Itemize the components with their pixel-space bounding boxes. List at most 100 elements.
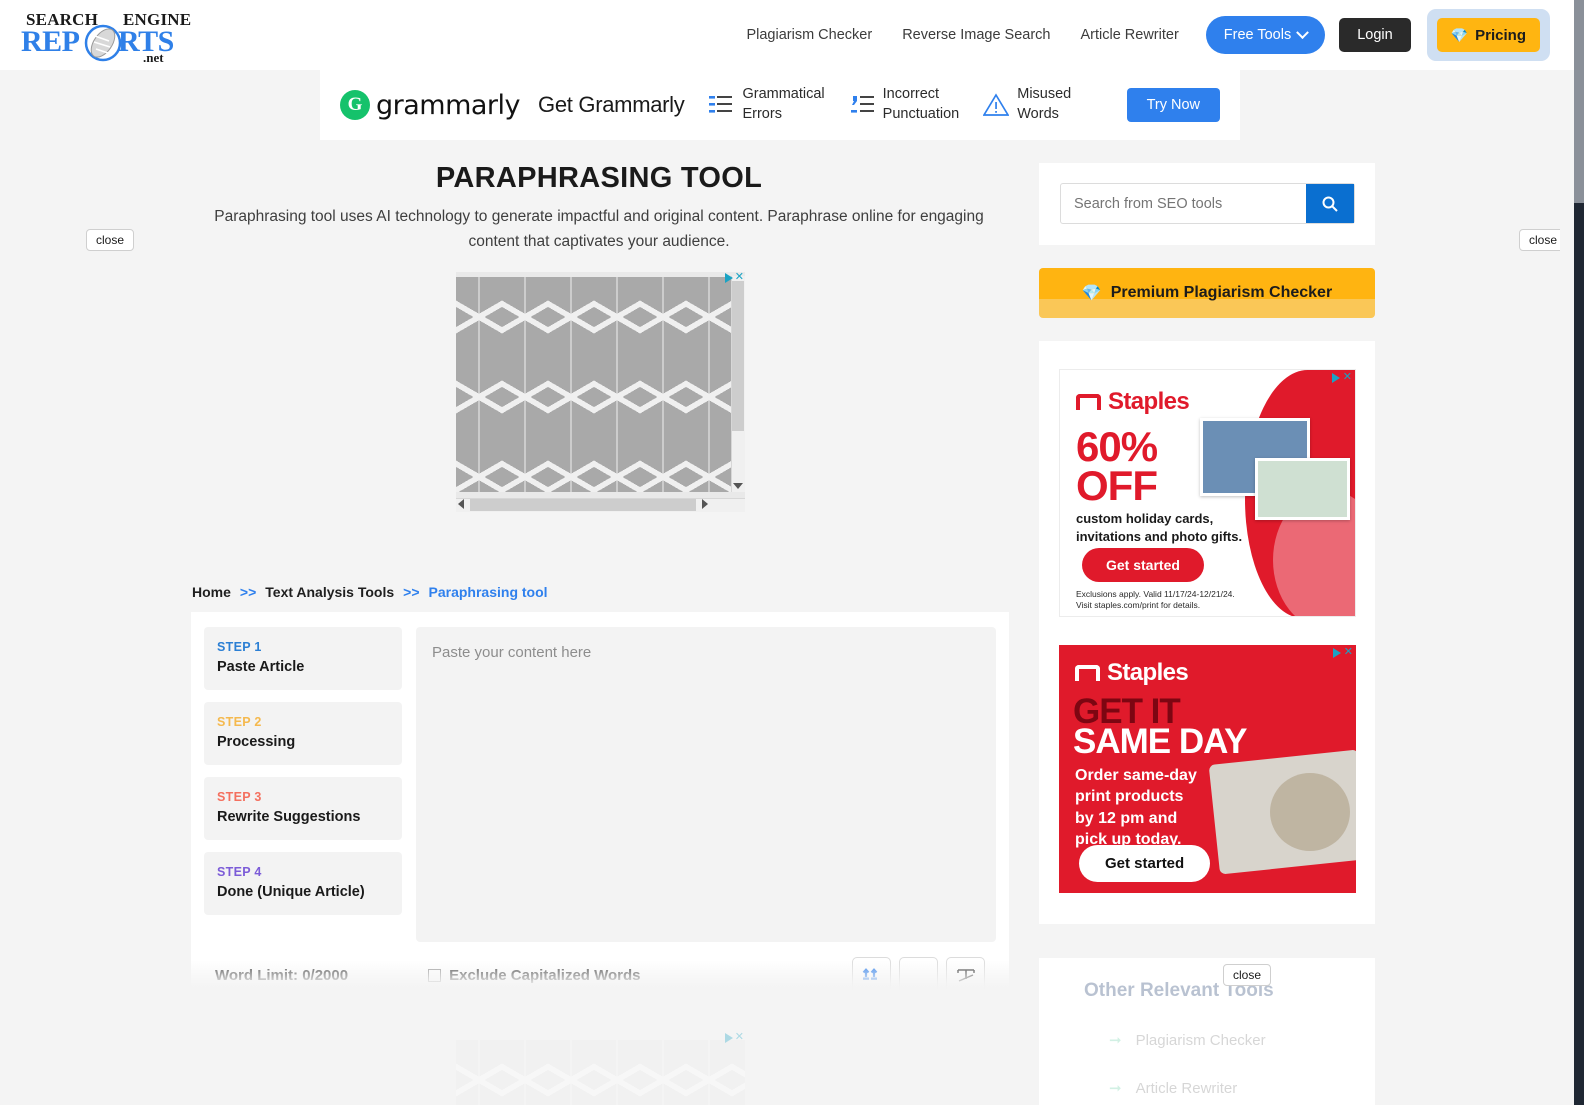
close-icon[interactable]: ✕	[1343, 372, 1352, 383]
exclude-capitalized-words-control[interactable]: Exclude Capitalized Words	[428, 967, 641, 984]
search-input[interactable]	[1061, 184, 1306, 223]
ad-placeholder-pattern	[456, 1040, 745, 1105]
breadcrumb-home[interactable]: Home	[192, 584, 231, 600]
close-bottom-ad-button[interactable]: close	[1223, 964, 1272, 986]
adchoices-badge[interactable]: ✕	[1331, 372, 1352, 383]
feature-line-1: Grammatical	[742, 86, 825, 103]
staples-body-line-1: custom holiday cards,	[1076, 511, 1214, 526]
breadcrumb-separator: >>	[403, 584, 420, 600]
breadcrumb-current-paraphrasing-tool[interactable]: Paraphrasing tool	[429, 584, 548, 600]
exclude-capitalized-checkbox[interactable]	[428, 968, 442, 982]
pricing-focus-ring: 💎 Pricing	[1426, 9, 1550, 61]
grammarly-banner-ad[interactable]: G grammarly Get Grammarly Grammatical Er…	[320, 70, 1240, 140]
window-scrollbar[interactable]	[1560, 0, 1584, 1105]
step-title: Done (Unique Article)	[217, 884, 365, 900]
chevron-right-icon[interactable]	[702, 499, 708, 509]
staples-body-line-2: invitations and photo gifts.	[1076, 528, 1243, 544]
step-key: STEP 4	[217, 865, 262, 879]
grammarly-brand-text: grammarly	[376, 89, 521, 121]
site-header: SEARCH ENGINE REP RTS .net Plagiarism Ch…	[0, 0, 1560, 70]
chevron-down-icon[interactable]	[733, 483, 743, 489]
staples-brand-name: Staples	[1107, 659, 1189, 686]
grammarly-logo-letter: G	[347, 94, 363, 115]
grammarly-feature-text: Grammatical Errors	[742, 85, 824, 124]
page-subtitle: Paraphrasing tool uses AI technology to …	[214, 208, 984, 250]
staples-logo: Staples	[1075, 659, 1189, 687]
staples-holiday-cards-ad[interactable]: Staples 60% OFF custom holiday cards, in…	[1059, 369, 1356, 617]
upload-file-icon	[862, 968, 877, 980]
nav-link-plagiarism-checker[interactable]: Plagiarism Checker	[731, 27, 887, 43]
arrow-right-icon: ➞	[1109, 1032, 1122, 1049]
premium-label: Premium Plagiarism Checker	[1110, 284, 1333, 301]
step-item-3[interactable]: STEP 3 Rewrite Suggestions	[204, 777, 402, 840]
staples-get-started-button[interactable]: Get started	[1082, 548, 1204, 582]
ad-vertical-scrollbar[interactable]	[731, 276, 745, 492]
grammarly-feature-grammatical-errors: Grammatical Errors	[708, 85, 825, 124]
close-icon[interactable]: ✕	[735, 1032, 744, 1043]
grammarly-logo-icon: G	[340, 90, 370, 120]
page-title: PARAPHRASING TOOL	[435, 162, 763, 194]
close-icon[interactable]: ✕	[735, 272, 744, 283]
bottom-ad-iframe[interactable]: ✕	[456, 1032, 745, 1105]
step-item-2[interactable]: STEP 2 Processing	[204, 702, 402, 765]
adchoices-badge[interactable]: ✕	[724, 1032, 744, 1043]
staples-headline-1: 60%	[1076, 423, 1158, 470]
pricing-label: Pricing	[1475, 26, 1526, 44]
content-textarea[interactable]: Paste your content here	[416, 627, 996, 942]
step-item-1[interactable]: STEP 1 Paste Article	[204, 627, 402, 690]
fine-print-line-2: Visit staples.com/print for details.	[1076, 600, 1201, 611]
premium-plagiarism-checker-button[interactable]: 💎 Premium Plagiarism Checker	[1039, 268, 1375, 318]
login-button[interactable]: Login	[1339, 18, 1411, 52]
pricing-button[interactable]: 💎 Pricing	[1436, 18, 1540, 52]
ad-horizontal-scrollbar[interactable]	[456, 498, 745, 512]
search-button[interactable]	[1306, 184, 1354, 223]
paraphrasing-tool-card: STEP 1 Paste Article STEP 2 Processing S…	[191, 612, 1009, 992]
ad-hscroll-thumb[interactable]	[470, 499, 696, 511]
feature-line-1: Misused	[1017, 86, 1072, 103]
staples-body-line-2: print products	[1075, 788, 1184, 806]
adchoices-badge[interactable]: ✕	[724, 272, 744, 283]
staples-same-day-ad[interactable]: Staples GET IT SAME DAY Order same-day p…	[1059, 645, 1356, 893]
text-tool-button[interactable]	[946, 957, 985, 992]
seo-tools-search	[1060, 183, 1355, 224]
page-root: SEARCH ENGINE REP RTS .net Plagiarism Ch…	[0, 0, 1584, 1105]
grammarly-feature-text: Misused Words	[1017, 85, 1071, 124]
steps-list: STEP 1 Paste Article STEP 2 Processing S…	[204, 627, 402, 942]
nav-link-reverse-image-search[interactable]: Reverse Image Search	[887, 27, 1065, 43]
adchoices-badge[interactable]: ✕	[1332, 647, 1353, 658]
free-tools-button[interactable]: Free Tools	[1205, 16, 1326, 54]
step-key: STEP 1	[217, 640, 262, 654]
grammarly-feature-incorrect-punctuation: Incorrect Punctuation	[849, 85, 959, 124]
scrollbar-thumb[interactable]	[1574, 0, 1584, 203]
list-lines-icon	[709, 96, 733, 113]
staples-fine-print: Exclusions apply. Valid 11/17/24-12/21/2…	[1076, 589, 1235, 612]
ad-vscroll-thumb[interactable]	[732, 281, 744, 431]
free-tools-label: Free Tools	[1223, 27, 1292, 43]
feature-line-2: Words	[1017, 106, 1059, 122]
staples-body-line-1: Order same-day	[1075, 767, 1197, 784]
ad-photo-circle-label	[1270, 773, 1350, 851]
step-title: Paste Article	[217, 659, 305, 675]
search-icon	[1322, 196, 1338, 212]
breadcrumb-text-analysis-tools[interactable]: Text Analysis Tools	[265, 584, 394, 600]
staples-logo: Staples	[1076, 388, 1190, 416]
other-tool-label: Plagiarism Checker	[1135, 1031, 1266, 1049]
staples-get-started-button[interactable]: Get started	[1079, 845, 1211, 882]
site-logo[interactable]: SEARCH ENGINE REP RTS .net	[10, 6, 191, 65]
gem-icon: 💎	[1081, 285, 1102, 302]
feature-line-1: Incorrect	[882, 86, 940, 103]
grammarly-try-now-button[interactable]: Try Now	[1126, 88, 1220, 122]
scrollbar-track[interactable]	[1574, 0, 1584, 1105]
upload-file-button[interactable]	[852, 957, 891, 992]
close-icon[interactable]: ✕	[1344, 647, 1353, 658]
nav-link-article-rewriter[interactable]: Article Rewriter	[1065, 27, 1193, 43]
other-tool-article-rewriter[interactable]: ➞ Article Rewriter	[1109, 1079, 1237, 1098]
secondary-tool-button[interactable]	[899, 957, 938, 992]
step-item-4[interactable]: STEP 4 Done (Unique Article)	[204, 852, 402, 915]
logo-text-net: .net	[143, 50, 164, 65]
close-left-ad-button[interactable]: close	[86, 229, 135, 251]
center-ad-iframe[interactable]: ✕	[456, 272, 745, 512]
other-tool-plagiarism-checker[interactable]: ➞ Plagiarism Checker	[1109, 1031, 1266, 1050]
grammarly-feature-misused-words: Misused Words	[983, 85, 1071, 124]
chevron-left-icon[interactable]	[458, 499, 464, 509]
